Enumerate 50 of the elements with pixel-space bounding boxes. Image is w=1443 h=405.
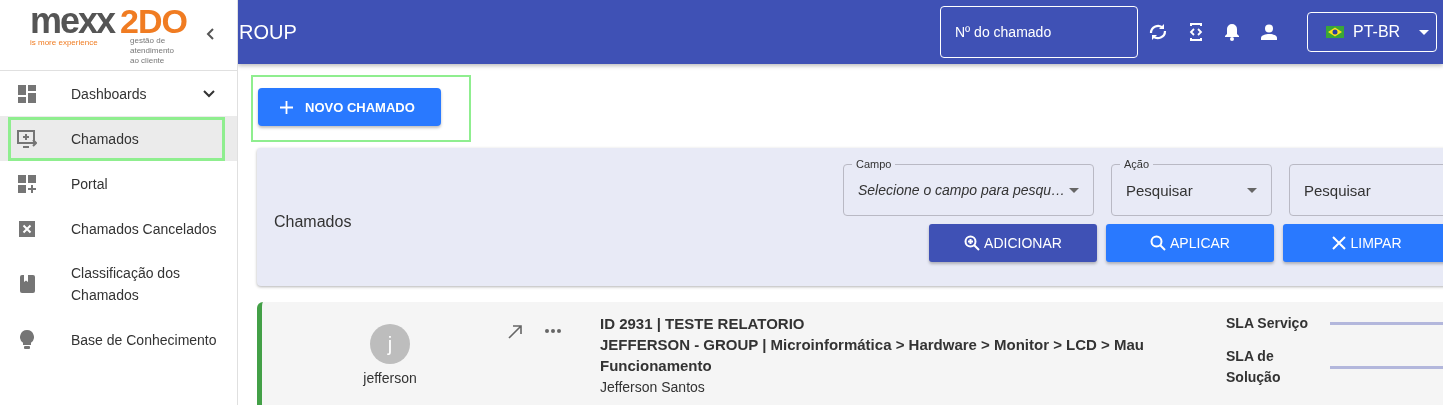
sidebar-item[interactable]: Base de Conhecimento [0,317,237,362]
code-phone-icon[interactable] [1189,22,1203,42]
bell-icon[interactable] [1224,23,1240,41]
logo-tagline: atendimento [130,46,175,56]
logo-slogan: is more experience [30,38,98,47]
filter-button[interactable]: APLICAR [1106,224,1274,262]
logo-product: 2DO [120,4,187,38]
chevron-left-icon[interactable] [206,28,214,40]
dashboard-icon [18,84,36,103]
sidebar-item[interactable]: Portal [0,161,237,206]
grid-plus-icon [18,174,36,193]
cancel-box-icon [19,220,35,237]
caret-down-icon [1069,187,1079,193]
logo-tagline: ao cliente [130,56,166,66]
search-icon [1150,235,1167,251]
requester-name: Jefferson Santos [600,378,706,397]
more-icon[interactable] [545,329,561,333]
sidebar-item[interactable]: Chamados Cancelados [0,206,237,251]
language-select[interactable]: PT-BR [1307,12,1437,52]
ticket-category: JEFFERSON - GROUP | Microinformática > Hardware > Monitor > LCD > Mau Funcionamento [600,335,1146,376]
user-icon[interactable] [1261,24,1277,40]
caret-down-icon [1419,29,1430,35]
chevron-down-icon[interactable] [203,89,215,98]
ticket-title[interactable]: ID 2931 | TESTE RELATORIO [600,313,1200,334]
filter-button[interactable]: LIMPAR [1283,224,1443,262]
logo-brand: mexx [30,4,115,38]
filter-button[interactable]: ADICIONAR [929,224,1097,262]
new-ticket-button[interactable]: NOVO CHAMADO [258,88,441,126]
caret-down-icon [1247,187,1257,193]
sla-label: SLA Serviço [1226,314,1309,333]
book-icon [19,275,35,293]
ticket-number-field[interactable]: Nº do chamado [940,6,1138,58]
zoom-in-icon [964,235,981,251]
sidebar-item[interactable]: Classificação dos Chamados [0,251,237,317]
close-icon [1332,236,1347,250]
brazil-flag-icon [1326,26,1344,38]
user-name: jefferson [363,370,417,386]
sidebar-item[interactable]: Chamados [0,116,237,161]
sidebar-item[interactable]: Dashboards [0,71,237,116]
plus-icon [280,100,293,114]
arrow-up-right-icon[interactable] [508,324,523,339]
lightbulb-icon [20,330,34,349]
search-field[interactable]: Pesquisar [1289,164,1443,216]
sla-label: SLA de Solução [1226,347,1282,387]
sync-icon[interactable] [1148,23,1168,41]
logo-tagline: gestão de [130,36,167,46]
panel-title: Chamados [273,213,353,231]
avatar: j [370,324,410,364]
monitor-plus-icon [17,129,37,148]
page-title: ROUP [239,20,297,44]
